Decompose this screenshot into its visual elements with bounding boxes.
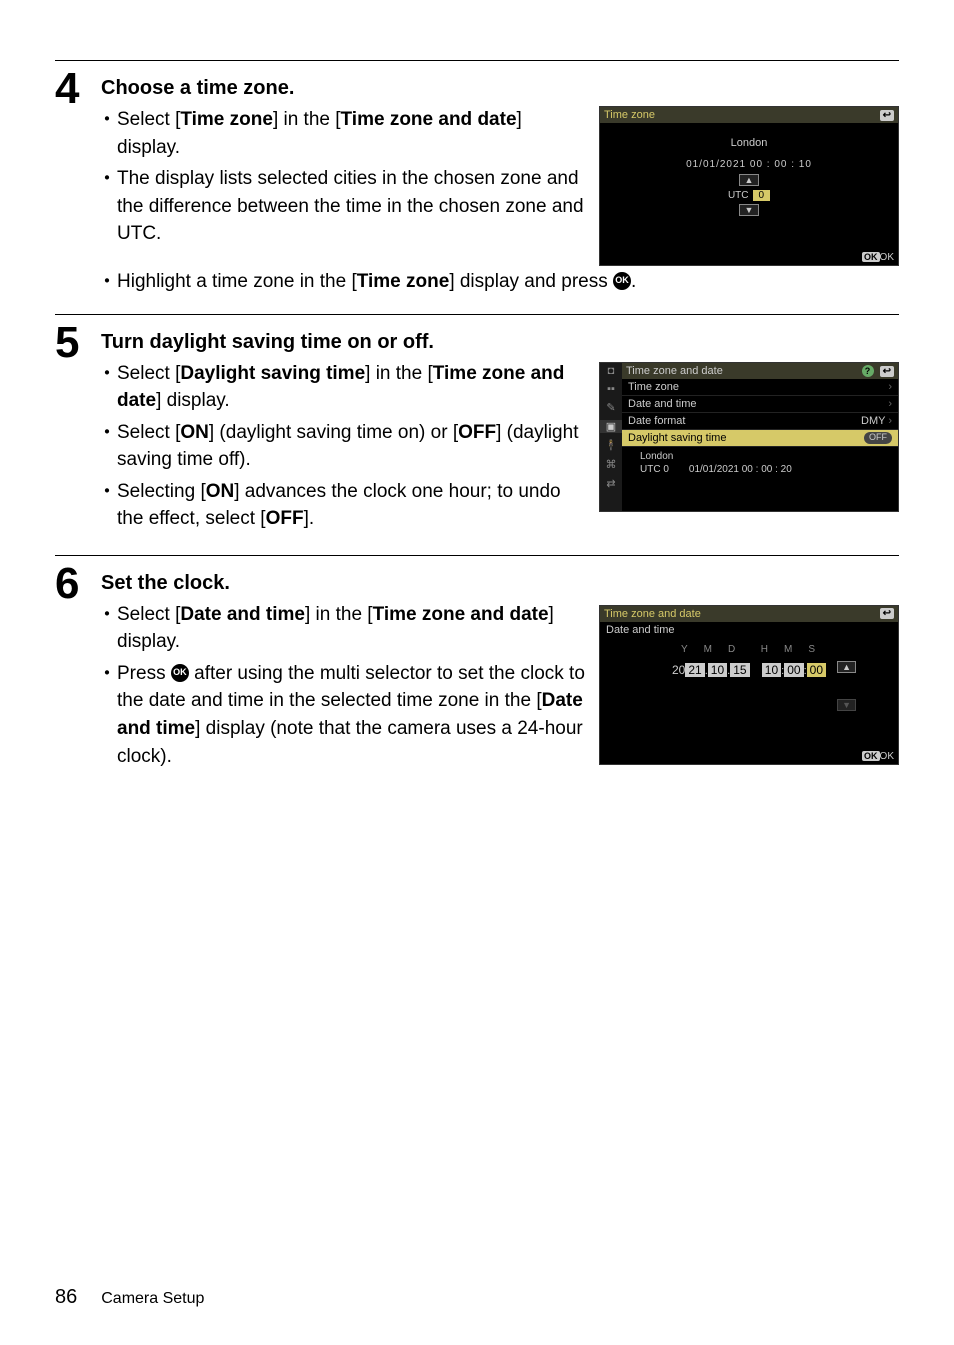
lcd-title: Time zone and date (626, 365, 723, 377)
lcd-date-time: Time zone and date ↩ Date and time YMD H… (599, 605, 899, 765)
mymenu-icon: ⌘ (606, 458, 617, 471)
ok-indicator: OKOK (862, 252, 894, 263)
pencil-icon: ✎ (606, 401, 615, 414)
step-number: 4 (55, 67, 101, 111)
back-icon: ↩ (880, 110, 894, 121)
ok-button-icon: OK (171, 664, 189, 682)
bullet: Highlight a time zone in the [Time zone]… (101, 268, 899, 296)
bullet: Select [Date and time] in the [Time zone… (101, 601, 585, 656)
bullet: Press OK after using the multi selector … (101, 660, 585, 770)
playback-icon: ▣ (600, 420, 622, 433)
utc-value: 0 (753, 190, 771, 201)
field-labels: YMD HMS (600, 644, 898, 655)
footer-label: Camera Setup (101, 1290, 204, 1308)
bullet: Select [Daylight saving time] in the [Ti… (101, 360, 585, 415)
chevron-right-icon: › (888, 398, 892, 410)
bullet: Selecting [ON] advances the clock one ho… (101, 478, 585, 533)
step-number: 6 (55, 562, 101, 606)
page-number: 86 (55, 1286, 77, 1309)
step-body: Set the clock. Select [Date and time] in… (101, 562, 899, 774)
step-heading: Choose a time zone. (101, 77, 899, 100)
step-6: 6 Set the clock. Select [Date and time] … (55, 555, 899, 774)
step-5: 5 Turn daylight saving time on or off. S… (55, 314, 899, 537)
chevron-right-icon: › (888, 381, 892, 393)
value-pill: OFF (864, 432, 892, 444)
back-icon: ↩ (880, 608, 894, 619)
arrow-down-icon: ▼ (837, 699, 856, 711)
arrow-down-icon: ▼ (739, 204, 760, 216)
lcd-datetime: 01/01/2021 00 : 00 : 10 (600, 159, 898, 170)
step-number: 5 (55, 321, 101, 365)
utc-label: UTC (728, 190, 749, 201)
step-body: Turn daylight saving time on or off. Sel… (101, 321, 899, 537)
lcd-city: London (600, 137, 898, 149)
arrow-up-icon: ▲ (739, 174, 760, 186)
bullet: Select [Time zone] in the [Time zone and… (101, 106, 585, 161)
bullet: Select [ON] (daylight saving time on) or… (101, 419, 585, 474)
retouch-icon: 🕴 (604, 439, 618, 452)
camera-icon: ◘ (608, 365, 615, 377)
step-heading: Turn daylight saving time on or off. (101, 331, 899, 354)
menu-row-date-format: Date formatDMY › (622, 413, 898, 430)
lcd-subtitle: Date and time (600, 622, 898, 638)
ok-button-icon: OK (613, 272, 631, 290)
help-icon: ? (862, 365, 874, 377)
lcd-menu: ◘ ▪▪ ✎ ▣ 🕴 ⌘ ⇄ Time zone and date ? (599, 362, 899, 512)
bullet: The display lists selected cities in the… (101, 165, 585, 248)
step-body: Choose a time zone. Select [Time zone] i… (101, 67, 899, 296)
arrow-up-icon: ▲ (837, 661, 856, 673)
menu-row-time-zone: Time zone› (622, 379, 898, 396)
step-heading: Set the clock. (101, 572, 899, 595)
menu-info-datetime: UTC 001/01/2021 00 : 00 : 20 (622, 464, 898, 479)
recent-icon: ⇄ (606, 477, 615, 490)
menu-row-daylight-saving: Daylight saving timeOFF (622, 430, 898, 447)
ok-indicator: OKOK (862, 751, 894, 762)
step-4: 4 Choose a time zone. Select [Time zone]… (55, 60, 899, 296)
menu-row-date-and-time: Date and time› (622, 396, 898, 413)
menu-sidebar: ◘ ▪▪ ✎ ▣ 🕴 ⌘ ⇄ (600, 363, 622, 511)
lcd-title: Time zone and date (604, 608, 701, 620)
back-icon: ↩ (880, 366, 894, 377)
chevron-right-icon: › (888, 415, 892, 427)
lcd-time-zone: Time zone ↩ London 01/01/2021 00 : 00 : … (599, 106, 899, 266)
page-footer: 86 Camera Setup (55, 1286, 899, 1309)
lcd-title: Time zone (604, 109, 655, 121)
menu-info-city: London (622, 447, 898, 464)
video-icon: ▪▪ (607, 383, 615, 395)
